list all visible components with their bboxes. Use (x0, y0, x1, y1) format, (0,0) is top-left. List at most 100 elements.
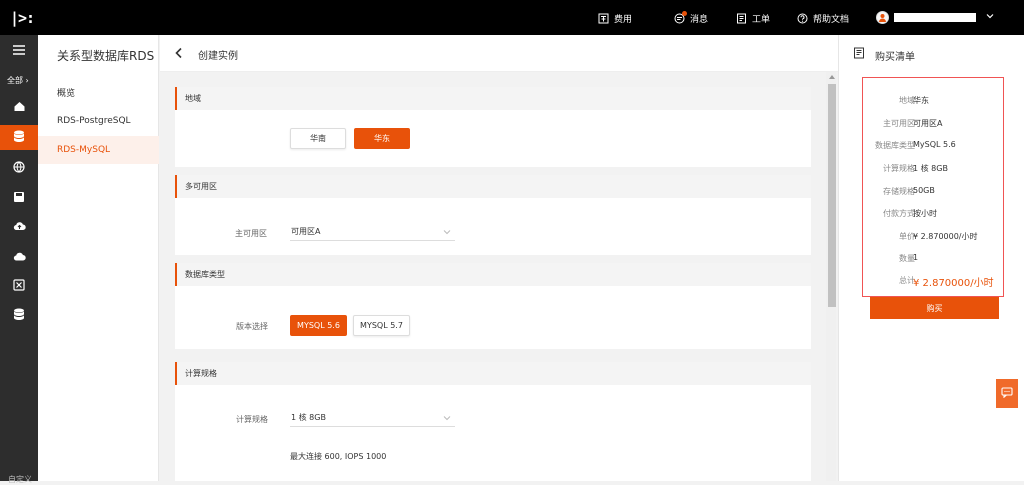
messages-label: 消息 (690, 14, 709, 25)
purchase-summary-box: 地域 华东 主可用区 可用区A 数据库类型 MySQL 5.6 计算规格 1 核… (862, 77, 1004, 297)
notification-dot (682, 10, 687, 16)
rail-item-cloud-storage[interactable] (0, 215, 38, 240)
summary-key: 主可用区 (883, 119, 915, 128)
version-option-mysql-57[interactable]: MYSQL 5.7 (353, 315, 410, 336)
hamburger-menu-icon[interactable] (12, 44, 26, 59)
rail-item-storage[interactable] (0, 186, 38, 211)
billing-label: 费用 (614, 14, 633, 25)
chat-float-button[interactable] (996, 379, 1018, 408)
compute-spec-note: 最大连接 600, IOPS 1000 (290, 452, 387, 461)
left-icon-rail: 全部 › 自定义 (0, 35, 38, 484)
cart-title: 购买清单 (875, 52, 915, 63)
summary-row: 付款方式 按小时 (863, 208, 1005, 220)
rail-item-database-2[interactable] (0, 303, 38, 328)
rail-item-security[interactable] (0, 274, 38, 299)
subnav-item-overview[interactable]: 概览 (38, 78, 159, 106)
db-type-section: 数据库类型 版本选择 MYSQL 5.6 MYSQL 5.7 (175, 263, 811, 349)
summary-value: 可用区A (913, 119, 943, 128)
messages-link[interactable]: 消息 (674, 10, 709, 25)
create-instance-form: 地域 华南 华东 多可用区 主可用区 可用区A 数据库类型 版本选择 MYSQL… (168, 72, 824, 481)
page-title: 创建实例 (198, 51, 238, 62)
scrollbar-thumb[interactable] (828, 84, 836, 307)
billing-icon (598, 13, 609, 24)
summary-value: 华东 (913, 96, 929, 105)
summary-key: 计算规格 (883, 164, 915, 173)
summary-key: 付款方式 (883, 209, 915, 218)
chat-icon (1001, 386, 1013, 401)
all-products-toggle[interactable]: 全部 › (7, 75, 29, 86)
compute-section-title: 计算规格 (175, 362, 811, 385)
tickets-link[interactable]: 工单 (736, 11, 770, 25)
chevron-down-icon (443, 228, 451, 237)
cloud-upload-icon (13, 220, 26, 235)
summary-total-row: 总计 ¥ 2.870000/小时 (863, 275, 1005, 289)
disk-icon (13, 191, 25, 206)
brand-logo[interactable]: |>: (10, 9, 35, 27)
region-option-east[interactable]: 华东 (354, 128, 410, 149)
region-option-south[interactable]: 华南 (290, 128, 346, 149)
region-section-title: 地域 (175, 87, 811, 110)
chevron-down-icon (443, 414, 451, 423)
compute-spec-select[interactable]: 1 核 8GB (290, 409, 455, 427)
scroll-up-arrow-icon[interactable] (828, 74, 836, 80)
tickets-label: 工单 (752, 14, 771, 25)
cart-list-icon (853, 47, 865, 62)
summary-row: 主可用区 可用区A (863, 118, 1005, 130)
summary-key: 存储规格 (883, 187, 915, 196)
summary-value: 50GB (913, 186, 935, 195)
message-icon (674, 10, 687, 24)
region-section: 地域 华南 华东 (175, 87, 811, 167)
top-navbar: |>: 费用 消息 工单 帮助文档 (0, 0, 1024, 35)
summary-value: 按小时 (913, 209, 937, 218)
page-header: 创建实例 (160, 35, 838, 72)
cloud-icon (13, 251, 26, 265)
billing-link[interactable]: 费用 (598, 11, 632, 25)
az-section-title: 多可用区 (175, 175, 811, 198)
all-products-label: 全部 (7, 76, 23, 85)
db-type-section-title: 数据库类型 (175, 263, 811, 286)
rail-item-home[interactable] (0, 95, 38, 120)
version-select-label: 版本选择 (236, 322, 268, 331)
summary-row: 存储规格 50GB (863, 186, 1005, 198)
summary-total-value: ¥ 2.870000/小时 (913, 278, 994, 289)
service-title: 关系型数据库RDS (57, 49, 155, 63)
chevron-right-icon: › (25, 76, 29, 85)
availability-zone-section: 多可用区 主可用区 可用区A (175, 175, 811, 255)
summary-value: 1 核 8GB (913, 164, 948, 173)
database-icon (13, 130, 25, 146)
compute-spec-section: 计算规格 计算规格 1 核 8GB 最大连接 600, IOPS 1000 (175, 362, 811, 481)
buy-button[interactable]: 购买 (870, 297, 999, 319)
summary-row: 数据库类型 MySQL 5.6 (863, 140, 1005, 152)
summary-key: 数据库类型 (875, 141, 915, 150)
summary-value: MySQL 5.6 (913, 140, 956, 149)
summary-row: 计算规格 1 核 8GB (863, 163, 1005, 175)
summary-row: 地域 华东 (863, 95, 1005, 107)
primary-az-value: 可用区A (291, 227, 321, 236)
primary-az-select[interactable]: 可用区A (290, 223, 455, 241)
rail-item-cloud[interactable] (0, 245, 38, 270)
primary-az-label: 主可用区 (235, 229, 267, 238)
purchase-list-panel: 购买清单 地域 华东 主可用区 可用区A 数据库类型 MySQL 5.6 计算规… (838, 35, 1024, 481)
custom-label[interactable]: 自定义 (8, 474, 32, 485)
summary-row: 数量 1 (863, 253, 1005, 265)
user-name-redacted[interactable] (894, 13, 976, 22)
summary-value: ¥ 2.870000/小时 (913, 232, 978, 241)
summary-value: 1 (913, 253, 919, 262)
compute-spec-value: 1 核 8GB (291, 413, 326, 422)
user-avatar[interactable] (876, 11, 889, 24)
home-icon (13, 100, 26, 116)
summary-row: 单价 ¥ 2.870000/小时 (863, 231, 1005, 243)
subnav-item-rds-postgresql[interactable]: RDS-PostgreSQL (38, 107, 159, 135)
globe-icon (13, 161, 25, 176)
close-box-icon (13, 279, 25, 294)
compute-spec-label: 计算规格 (236, 415, 268, 424)
help-icon (797, 13, 808, 24)
chevron-down-icon[interactable] (985, 11, 995, 24)
help-label: 帮助文档 (813, 14, 850, 25)
rail-item-database[interactable] (0, 125, 38, 150)
back-arrow-icon[interactable] (174, 47, 184, 62)
help-docs-link[interactable]: 帮助文档 (797, 11, 849, 25)
subnav-item-rds-mysql[interactable]: RDS-MySQL (38, 136, 159, 164)
version-option-mysql-56[interactable]: MYSQL 5.6 (290, 315, 347, 336)
rail-item-network[interactable] (0, 156, 38, 181)
